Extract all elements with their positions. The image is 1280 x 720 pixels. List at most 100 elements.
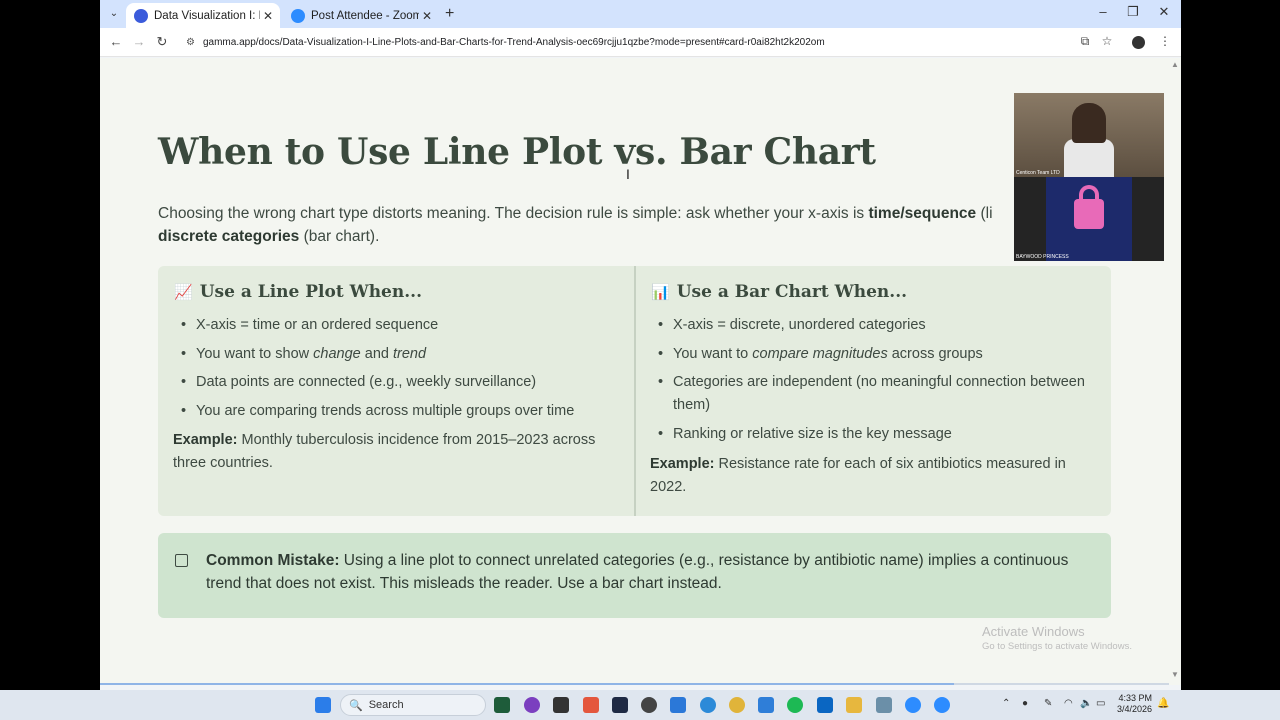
profile-avatar[interactable] [1132,36,1145,49]
start-windows-icon[interactable] [315,697,331,713]
system-clock[interactable]: 4:33 PM 3/4/2026 [1112,693,1152,715]
site-info-icon[interactable]: ⚙ [186,37,195,48]
list-item: You want to compare magnitudes across gr… [658,343,1088,366]
zoom-favicon-icon [291,8,305,23]
clock-date: 3/4/2026 [1116,704,1152,714]
app-icon[interactable] [876,697,892,713]
maximize-icon[interactable]: ❐ [1118,4,1148,20]
menu-kebab-icon[interactable]: ⋮ [1157,34,1173,48]
activate-windows-watermark: Activate Windows Go to Settings to activ… [982,624,1132,652]
mistake-label: Common Mistake: [206,552,340,569]
chrome-icon[interactable] [729,697,745,713]
person-head [1072,103,1106,143]
app-icon[interactable] [494,697,510,713]
minimize-icon[interactable]: – [1088,4,1118,19]
close-window-icon[interactable]: ✕ [1149,4,1179,20]
wifi-icon[interactable]: ◠ [1064,698,1073,709]
text-cursor-icon: I [626,166,630,182]
scrollbar[interactable]: ▲ ▼ [1169,58,1181,685]
linkedin-icon[interactable] [817,697,833,713]
bar-chart-heading: 📊 Use a Bar Chart When... [651,282,907,302]
participant-video-2: BAYWOOD PRINCESS [1014,177,1164,261]
line-plot-example: Example: Monthly tuberculosis incidence … [173,429,613,475]
bar-chart-example: Example: Resistance rate for each of six… [650,453,1100,499]
edge-icon[interactable] [700,697,716,713]
zoom-icon[interactable] [905,697,921,713]
scroll-down-icon[interactable]: ▼ [1171,670,1179,679]
tray-app-icon[interactable]: ● [1022,698,1028,709]
back-icon[interactable]: ← [108,34,124,49]
tab-title: Post Attendee - Zoom [311,9,419,22]
tab-zoom[interactable]: Post Attendee - Zoom ✕ [283,3,439,28]
app-icon[interactable] [670,697,686,713]
install-app-icon[interactable]: ⧉ [1077,34,1093,49]
app-icon[interactable] [524,697,540,713]
person-shirt [1064,139,1114,177]
line-plot-heading: 📈 Use a Line Plot When... [174,282,422,302]
comparison-cards: 📈 Use a Line Plot When... X-axis = time o… [158,266,1111,516]
tab-title: Data Visualization I: Line Plots a [154,9,260,22]
page-title: When to Use Line Plot vs. Bar Chart [158,131,876,173]
battery-icon[interactable]: ▭ [1096,698,1105,709]
intro-text: Choosing the wrong chart type distorts m… [158,205,869,222]
volume-icon[interactable]: 🔈 [1080,698,1092,709]
list-item-emphasis: compare magnitudes [752,345,888,362]
app-icon[interactable] [641,697,657,713]
close-tab-icon[interactable]: ✕ [260,9,276,23]
app-icon[interactable] [553,697,569,713]
new-tab-icon[interactable]: + [445,5,454,23]
spotify-icon[interactable] [787,697,803,713]
example-label: Example: [650,456,715,472]
line-plot-heading-text: Use a Line Plot When... [199,282,422,302]
pen-icon[interactable]: ✎ [1044,698,1052,709]
list-item-text: You want to show [196,345,314,362]
participant-name: Centicon Team LTD [1016,170,1060,176]
intro-bold-categories: discrete categories [158,228,300,245]
vscode-icon[interactable] [758,697,774,713]
tab-search-chevron-icon[interactable]: ⌄ [106,6,122,22]
browser-toolbar: ← → ↻ ⚙ gamma.app/docs/Data-Visualizatio… [100,28,1181,57]
clock-time: 4:33 PM [1118,693,1152,703]
bar-chart-list: X-axis = discrete, unordered categories … [658,314,1088,451]
scroll-up-icon[interactable]: ▲ [1171,60,1179,69]
intro-text: (li [976,205,993,222]
participant-name: BAYWOOD PRINCESS [1016,254,1069,260]
list-item: You want to show change and trend [181,343,574,366]
file-explorer-icon[interactable] [846,697,862,713]
line-plot-list: X-axis = time or an ordered sequence You… [181,314,574,428]
example-label: Example: [173,432,238,448]
presentation-page: When to Use Line Plot vs. Bar Chart I Ch… [100,58,1181,685]
notification-bell-icon[interactable]: 🔔 [1157,698,1169,709]
zoom-video-overlay[interactable]: Centicon Team LTD BAYWOOD PRINCESS [1014,93,1164,261]
list-item: X-axis = time or an ordered sequence [181,314,574,337]
bookmark-star-icon[interactable]: ☆ [1099,34,1115,48]
presentation-progress-bar [100,683,1181,685]
mistake-text: Common Mistake: Using a line plot to con… [206,549,1101,595]
zoom-icon[interactable] [934,697,950,713]
close-tab-icon[interactable]: ✕ [419,9,435,23]
padlock-icon [1074,199,1104,229]
taskbar-search[interactable]: 🔍 Search [340,694,486,716]
intro-paragraph: Choosing the wrong chart type distorts m… [158,202,1058,248]
watermark-subtitle: Go to Settings to activate Windows. [982,641,1132,652]
tray-chevron-icon[interactable]: ⌃ [1002,698,1010,709]
bar-chart-heading-text: Use a Bar Chart When... [676,282,908,302]
list-item-text: across groups [887,345,983,362]
desktop: ⌄ Data Visualization I: Line Plots a ✕ P… [0,0,1280,720]
line-chart-emoji-icon: 📈 [174,283,193,301]
list-item: X-axis = discrete, unordered categories [658,314,1088,337]
intro-text: (bar chart). [299,228,380,245]
app-icon[interactable] [612,697,628,713]
browser-window: ⌄ Data Visualization I: Line Plots a ✕ P… [100,0,1181,690]
list-item: Ranking or relative size is the key mess… [658,423,1088,446]
reload-icon[interactable]: ↻ [154,34,170,50]
search-icon: 🔍 [349,699,363,712]
example-text: Monthly tuberculosis incidence from 2015… [173,432,596,471]
intro-bold-time: time/sequence [868,205,977,222]
tab-data-visualization[interactable]: Data Visualization I: Line Plots a ✕ [126,3,280,28]
app-icon[interactable] [583,697,599,713]
address-bar[interactable]: ⚙ gamma.app/docs/Data-Visualization-I-Li… [182,32,1102,53]
list-item-emphasis: change [313,345,361,362]
list-item: Data points are connected (e.g., weekly … [181,371,574,394]
forward-icon[interactable]: → [131,34,147,49]
